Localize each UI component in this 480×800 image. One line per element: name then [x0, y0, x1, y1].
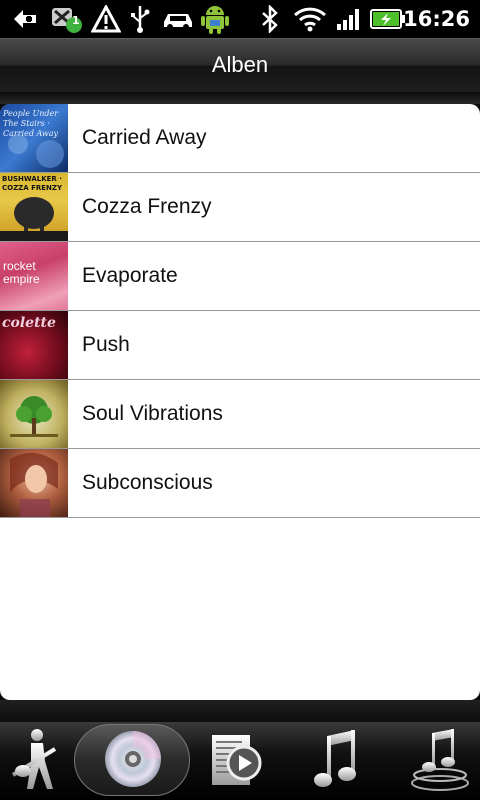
album-row-carried-away[interactable]: People Under The Stairs · Carried Away C… [0, 104, 480, 173]
wifi-icon [292, 4, 328, 34]
usb-icon [126, 4, 154, 34]
android-icon [198, 4, 232, 34]
album-art-subconscious [0, 449, 68, 517]
page-title: Alben [211, 52, 269, 77]
album-art-carried-away: People Under The Stairs · Carried Away [0, 104, 68, 172]
notification-count: 1 [72, 14, 80, 27]
tab-playlists[interactable] [200, 722, 270, 800]
album-art-evaporate: rocket empire [0, 242, 68, 310]
tab-genres[interactable] [404, 722, 476, 800]
album-title: Evaporate [82, 264, 178, 287]
album-row-subconscious[interactable]: Subconscious [0, 449, 480, 518]
missed-call-badge-icon: 1 [48, 4, 86, 34]
album-row-soul-vibrations[interactable]: Soul Vibrations [0, 380, 480, 449]
album-title: Cozza Frenzy [82, 195, 212, 218]
album-art-cozza-frenzy: BUSHWALKER · COZZA FRENZY [0, 173, 68, 241]
signal-icon [334, 4, 364, 34]
car-icon [160, 4, 196, 34]
album-disc-icon [103, 729, 163, 793]
title-bar: Alben [0, 38, 480, 92]
album-art-soul-vibrations [0, 380, 68, 448]
genre-note-stack-icon [410, 727, 470, 795]
title-separator [0, 92, 480, 104]
back-arrow-icon [10, 4, 40, 34]
tab-albums[interactable] [72, 722, 194, 800]
artist-guitar-icon [9, 727, 59, 795]
album-title: Soul Vibrations [82, 402, 223, 425]
album-title: Push [82, 333, 130, 356]
tab-artists[interactable] [0, 722, 68, 800]
album-list: People Under The Stairs · Carried Away C… [0, 104, 480, 700]
clock: 16:26 [403, 7, 470, 31]
album-row-cozza-frenzy[interactable]: BUSHWALKER · COZZA FRENZY Cozza Frenzy [0, 173, 480, 242]
album-title: Subconscious [82, 471, 213, 494]
music-note-icon [311, 728, 361, 794]
album-row-evaporate[interactable]: rocket empire Evaporate [0, 242, 480, 311]
battery-charging-icon [370, 4, 406, 34]
tab-songs[interactable] [300, 722, 372, 800]
album-row-push[interactable]: colette Push [0, 311, 480, 380]
bluetooth-icon [258, 4, 282, 34]
album-art-push: colette [0, 311, 68, 379]
warning-icon [90, 4, 122, 34]
bottom-tab-bar [0, 722, 480, 800]
status-bar: 1 16:26 [0, 0, 480, 38]
album-title: Carried Away [82, 126, 207, 149]
playlist-play-icon [206, 729, 264, 793]
